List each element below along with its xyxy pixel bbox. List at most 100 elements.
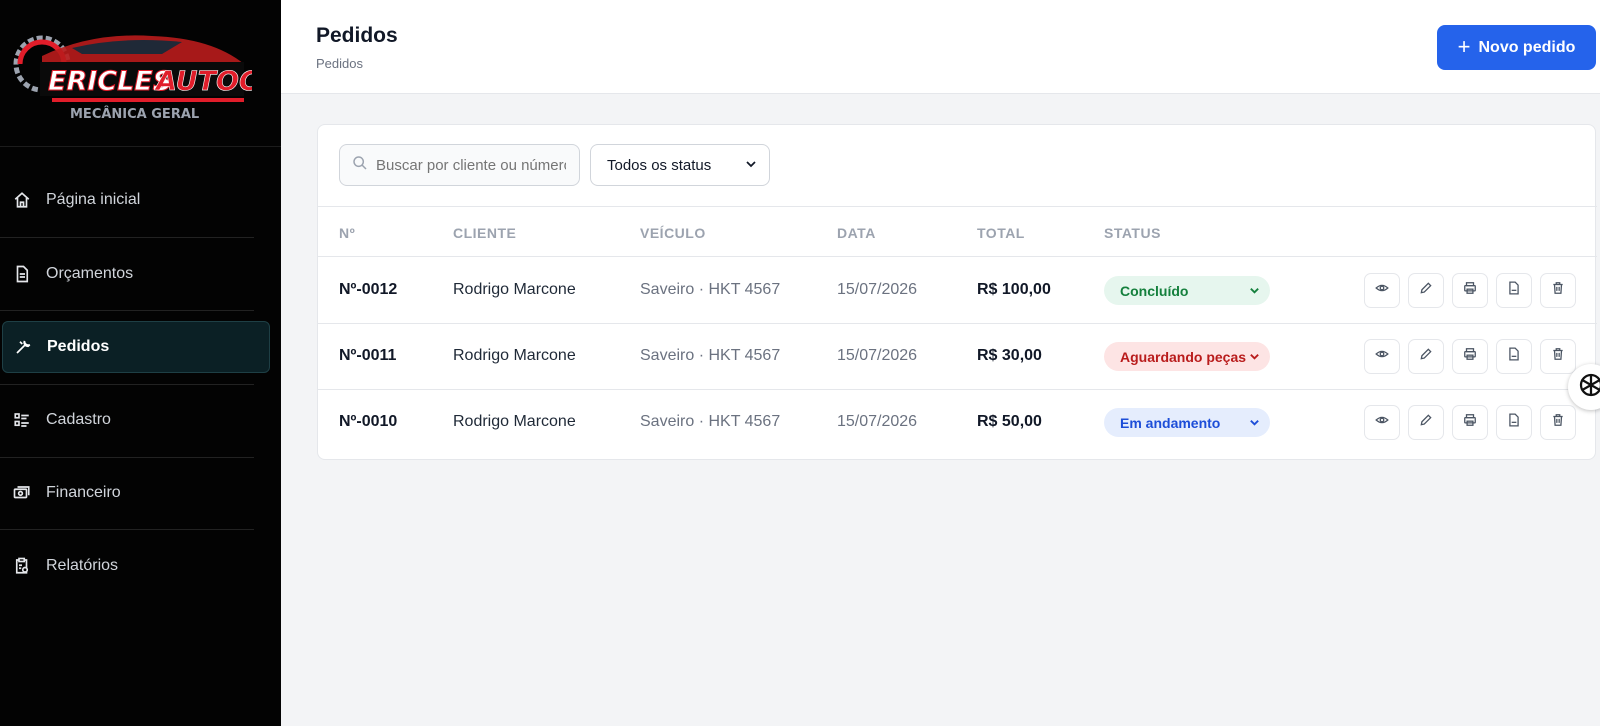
status-select[interactable]: Em andamento [1104,408,1270,437]
print-button[interactable] [1452,273,1488,308]
order-vehicle: Saveiro · HKT 4567 [640,413,781,430]
search-box[interactable] [339,144,580,186]
chevron-down-icon [1249,415,1260,431]
eye-icon [1375,413,1389,432]
logo-image: ERICLES AUTOCAR MECÂNICA GERAL [13,35,301,122]
orders-card: Todos os status Nº CLIENTE VEÍCULO DATA … [317,124,1597,460]
order-client: Rodrigo Marcone [453,281,576,298]
status-badge: Aguardando peças [1120,348,1247,365]
openai-icon [1576,370,1600,405]
table-top-divider [318,206,1597,207]
order-vehicle: Saveiro · HKT 4567 [640,347,781,364]
column-header-client[interactable]: CLIENTE [453,225,516,241]
nav-divider [0,529,254,530]
chevron-down-icon [1249,349,1260,365]
trash-icon [1551,347,1565,366]
eye-icon [1375,281,1389,300]
new-order-label: Novo pedido [1478,38,1576,56]
sidebar: ERICLES AUTOCAR MECÂNICA GERAL Página in… [0,0,301,726]
printer-icon [1463,347,1477,366]
order-number: Nº-0012 [339,281,398,298]
nav-divider [0,237,254,238]
search-input[interactable] [376,156,566,174]
print-button[interactable] [1452,405,1488,440]
order-date: 15/07/2026 [837,281,918,298]
column-header-vehicle[interactable]: VEÍCULO [640,225,706,241]
pencil-icon [1419,347,1433,366]
table-row[interactable]: Nº-0011 Rodrigo Marcone Saveiro · HKT 45… [318,323,1597,389]
logo-divider [0,146,281,147]
list-icon [12,410,32,430]
sidebar-item-label: Cadastro [46,411,111,428]
edit-button[interactable] [1408,273,1444,308]
document-icon [12,264,32,284]
pdf-icon [1507,347,1521,366]
printer-icon [1463,281,1477,300]
status-badge: Em andamento [1120,414,1221,431]
sidebar-item-home[interactable]: Página inicial [0,174,268,226]
order-date: 15/07/2026 [837,413,918,430]
order-number: Nº-0010 [339,413,398,430]
pdf-icon [1507,413,1521,432]
order-total: R$ 50,00 [977,413,1042,430]
sidebar-item-label: Orçamentos [46,265,134,282]
sidebar-item-orders[interactable]: Pedidos [2,321,270,373]
row-actions [1364,339,1576,374]
view-button[interactable] [1364,273,1400,308]
logo-brand-text: ERICLES [48,66,172,97]
page-title: Pedidos [316,24,398,47]
wrench-icon [13,337,33,357]
sidebar-item-registry[interactable]: Cadastro [0,394,268,446]
eye-icon [1375,347,1389,366]
trash-icon [1551,281,1565,300]
pdf-button[interactable] [1496,339,1532,374]
delete-button[interactable] [1540,339,1576,374]
trash-icon [1551,413,1565,432]
view-button[interactable] [1364,339,1400,374]
table-row[interactable]: Nº-0012 Rodrigo Marcone Saveiro · HKT 45… [318,257,1597,323]
svg-text:MECÂNICA GERAL: MECÂNICA GERAL [70,106,199,122]
sidebar-item-label: Pedidos [47,338,110,355]
order-vehicle: Saveiro · HKT 4567 [640,281,781,298]
order-number: Nº-0011 [339,347,397,364]
delete-button[interactable] [1540,405,1576,440]
sidebar-item-finance[interactable]: Financeiro [0,467,268,519]
pdf-button[interactable] [1496,273,1532,308]
sidebar-item-label: Página inicial [46,191,141,208]
nav-divider [0,457,254,458]
delete-button[interactable] [1540,273,1576,308]
status-select[interactable]: Aguardando peças [1104,342,1270,371]
view-button[interactable] [1364,405,1400,440]
pencil-icon [1419,281,1433,300]
nav-divider [0,310,254,311]
sidebar-item-label: Financeiro [46,484,121,501]
home-icon [12,190,32,210]
page-header: Pedidos Pedidos + Novo pedido [281,0,1600,94]
search-icon [352,155,368,176]
order-client: Rodrigo Marcone [453,413,576,430]
new-order-button[interactable]: + Novo pedido [1437,25,1596,70]
column-header-date[interactable]: DATA [837,225,876,241]
status-badge: Concluído [1120,282,1189,299]
column-header-total[interactable]: TOTAL [977,225,1025,241]
column-header-number[interactable]: Nº [339,225,355,241]
edit-button[interactable] [1408,405,1444,440]
status-filter-select[interactable]: Todos os status [590,144,770,186]
pdf-button[interactable] [1496,405,1532,440]
nav-divider [0,384,254,385]
row-actions [1364,405,1576,440]
chevron-down-icon [1249,283,1260,299]
plus-icon: + [1457,33,1471,59]
company-logo[interactable]: ERICLES AUTOCAR MECÂNICA GERAL [12,26,301,126]
row-actions [1364,273,1576,308]
pdf-icon [1507,281,1521,300]
print-button[interactable] [1452,339,1488,374]
order-client: Rodrigo Marcone [453,347,576,364]
table-row[interactable]: Nº-0010 Rodrigo Marcone Saveiro · HKT 45… [318,389,1597,455]
sidebar-item-reports[interactable]: Relatórios [0,540,268,592]
breadcrumb[interactable]: Pedidos [316,56,363,71]
column-header-status[interactable]: STATUS [1104,225,1161,241]
status-select[interactable]: Concluído [1104,276,1270,305]
edit-button[interactable] [1408,339,1444,374]
sidebar-item-budgets[interactable]: Orçamentos [0,248,268,300]
